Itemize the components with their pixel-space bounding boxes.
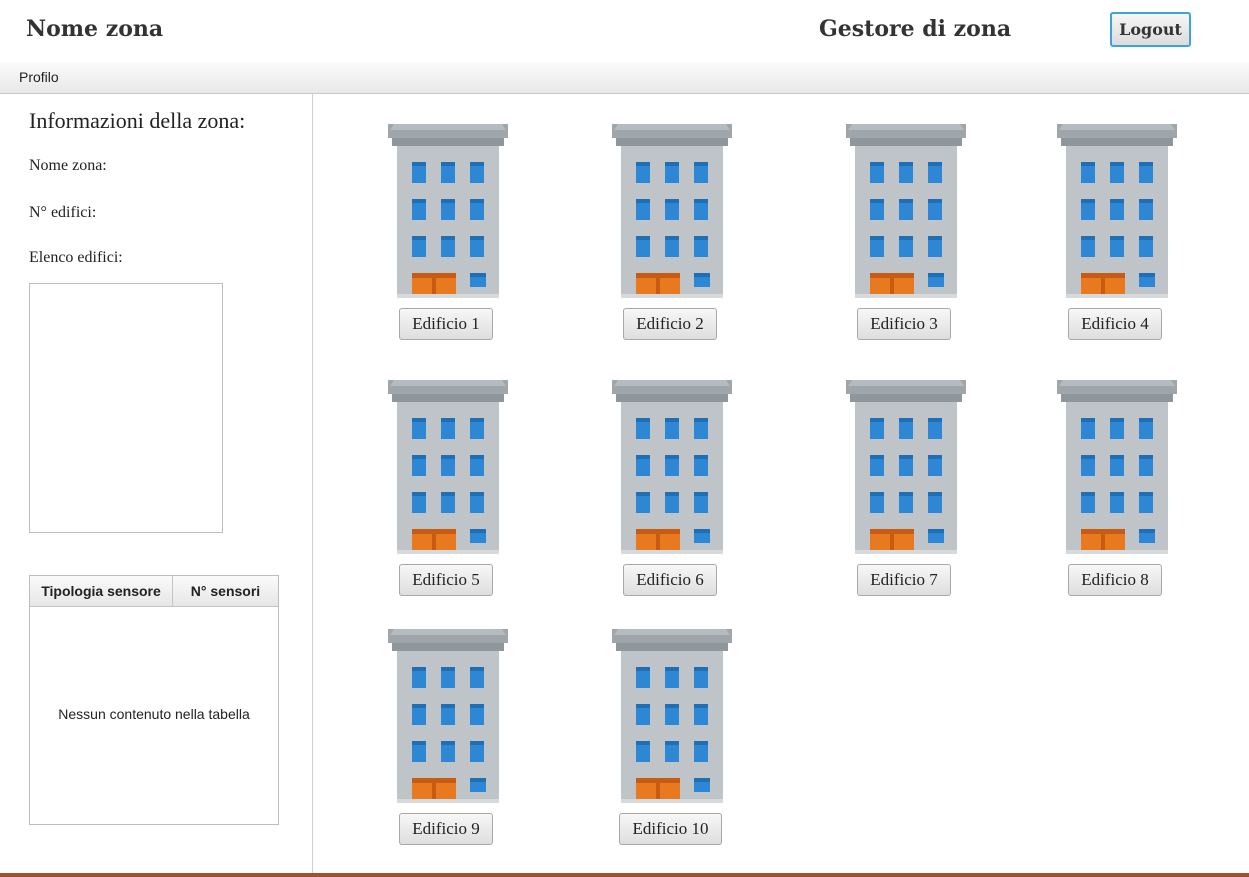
building-card: Edificio 7 bbox=[831, 380, 981, 602]
role-title: Gestore di zona bbox=[819, 16, 1012, 42]
logout-button[interactable]: Logout bbox=[1110, 12, 1191, 47]
building-button-10[interactable]: Edificio 10 bbox=[619, 813, 722, 845]
app-header: Nome zona Gestore di zona Logout bbox=[0, 0, 1249, 62]
zone-name-title: Nome zona bbox=[26, 16, 164, 42]
column-header-sensor-count[interactable]: N° sensori bbox=[173, 576, 278, 606]
building-card: Edificio 2 bbox=[597, 124, 747, 346]
building-button-2[interactable]: Edificio 2 bbox=[623, 308, 717, 340]
building-button-4[interactable]: Edificio 4 bbox=[1068, 308, 1162, 340]
menu-item-profile[interactable]: Profilo bbox=[19, 69, 59, 85]
zone-info-heading: Informazioni della zona: bbox=[29, 108, 246, 133]
building-button-1[interactable]: Edificio 1 bbox=[399, 308, 493, 340]
building-card: Edificio 8 bbox=[1042, 380, 1192, 602]
column-header-sensor-type[interactable]: Tipologia sensore bbox=[30, 576, 173, 606]
zone-name-label: Nome zona: bbox=[29, 157, 107, 174]
building-card: Edificio 6 bbox=[597, 380, 747, 602]
building-list-label: Elenco edifici: bbox=[29, 249, 123, 266]
building-card: Edificio 3 bbox=[831, 124, 981, 346]
table-empty-message: Nessun contenuto nella tabella bbox=[58, 706, 250, 722]
building-card: Edificio 9 bbox=[373, 629, 523, 851]
building-button-5[interactable]: Edificio 5 bbox=[399, 564, 493, 596]
building-count-label: N° edifici: bbox=[29, 204, 97, 221]
building-card: Edificio 4 bbox=[1042, 124, 1192, 346]
building-card: Edificio 10 bbox=[597, 629, 747, 851]
window-bottom-border bbox=[0, 873, 1249, 877]
building-button-8[interactable]: Edificio 8 bbox=[1068, 564, 1162, 596]
sensor-table-header: Tipologia sensore N° sensori bbox=[30, 576, 278, 607]
building-button-9[interactable]: Edificio 9 bbox=[399, 813, 493, 845]
building-button-3[interactable]: Edificio 3 bbox=[857, 308, 951, 340]
building-card: Edificio 1 bbox=[373, 124, 523, 346]
menu-bar: Profilo bbox=[0, 62, 1249, 94]
zone-info-panel: Informazioni della zona: Nome zona: N° e… bbox=[0, 94, 313, 874]
building-button-7[interactable]: Edificio 7 bbox=[857, 564, 951, 596]
sensor-table[interactable]: Tipologia sensore N° sensori Nessun cont… bbox=[29, 575, 279, 825]
building-card: Edificio 5 bbox=[373, 380, 523, 602]
building-list[interactable] bbox=[29, 283, 223, 533]
building-button-6[interactable]: Edificio 6 bbox=[623, 564, 717, 596]
